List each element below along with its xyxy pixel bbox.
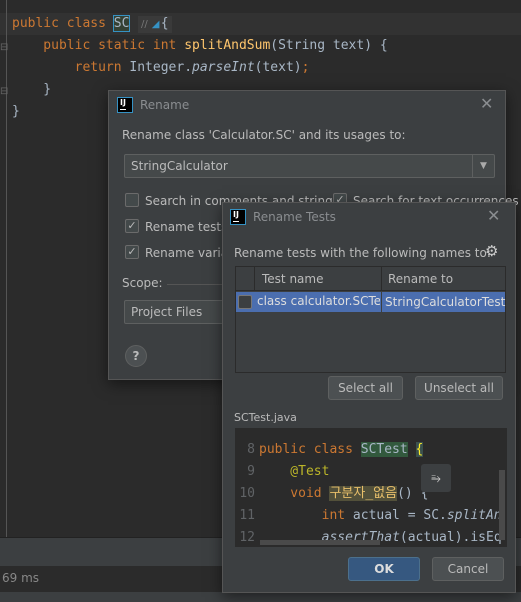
fold-icon[interactable]: ⊟	[0, 86, 8, 97]
gear-icon[interactable]: ⚙	[485, 242, 498, 260]
code-line: }	[12, 101, 20, 123]
rename-variables-checkbox[interactable]: ✓	[125, 245, 139, 259]
code-token: parseInt	[192, 60, 255, 75]
dialog-title: Rename Tests	[253, 210, 336, 224]
ok-button[interactable]: OK	[348, 557, 420, 581]
new-name-input[interactable]: StringCalculator ▼	[124, 154, 495, 178]
select-all-button[interactable]: Select all	[328, 376, 403, 400]
new-name-value: StringCalculator	[131, 159, 228, 173]
line-number: 8	[247, 442, 255, 457]
close-icon[interactable]: ✕	[487, 206, 500, 225]
column-test-name[interactable]: Test name	[262, 272, 323, 286]
scope-value: Project Files	[131, 305, 203, 319]
code-token: actual = SC.	[352, 508, 447, 523]
close-icon[interactable]: ✕	[480, 94, 493, 113]
table-row[interactable]: class calculator.SCTest StringCalculator…	[236, 292, 505, 312]
code-token: void	[259, 486, 330, 501]
code-token: (String text) {	[270, 38, 388, 53]
code-token: (actual).isEq	[399, 530, 502, 545]
unselect-all-button[interactable]: Unselect all	[415, 376, 503, 400]
row-checkbox[interactable]	[238, 295, 252, 309]
code-token: Integer.	[129, 60, 193, 75]
preview-line: 9 @Test	[235, 461, 329, 483]
preview-line: 10 void 구분자_없음() {	[235, 483, 428, 505]
tests-table: Test name Rename to class calculator.SCT…	[235, 266, 506, 373]
code-token: (text)	[254, 60, 302, 75]
code-preview: 8 public class SCTest {9 @Test 10 void 구분자…	[235, 428, 507, 547]
preview-file-name: SCTest.java	[234, 411, 297, 424]
code-token: @Test	[259, 464, 330, 479]
code-token: ;	[301, 60, 310, 75]
chevron-down-icon[interactable]: ▼	[472, 155, 494, 177]
line-number: 12	[239, 530, 255, 545]
code-line: public static int splitAndSum(String tex…	[12, 35, 388, 57]
line-number: 9	[247, 464, 255, 479]
code-token: public static int	[12, 38, 185, 53]
gutter-divider	[6, 0, 7, 540]
table-header: Test name Rename to	[236, 267, 505, 291]
code-token: public class	[12, 16, 114, 31]
intellij-logo-icon: IJ	[230, 209, 246, 225]
code-line: public class SC {	[12, 13, 169, 35]
search-comments-checkbox[interactable]	[125, 193, 139, 207]
code-token: }	[12, 82, 52, 97]
code-token: 구분자_없음	[329, 486, 398, 501]
intellij-logo-icon: IJ	[117, 97, 133, 113]
scope-label: Scope:	[122, 276, 163, 290]
help-button[interactable]: ?	[125, 345, 147, 367]
rename-tests-prompt: Rename tests with the following names to…	[234, 246, 491, 260]
soft-wrap-icon[interactable]: ⥱	[421, 464, 451, 492]
code-token: splitAn	[446, 508, 502, 523]
code-line: return Integer.parseInt(text);	[12, 57, 310, 79]
line-number: 10	[239, 486, 255, 501]
dialog-title: Rename	[140, 98, 190, 112]
code-token: SC	[112, 15, 131, 32]
preview-line: 11 int actual = SC.splitAn	[235, 505, 502, 527]
code-token: {	[129, 16, 169, 31]
code-line: }	[12, 79, 51, 101]
code-token: SCTest	[360, 442, 408, 457]
rename-to-cell[interactable]: StringCalculatorTest	[385, 295, 505, 309]
code-token: return	[12, 60, 130, 75]
rename-prompt: Rename class 'Calculator.SC' and its usa…	[122, 128, 406, 142]
code-token: }	[12, 104, 20, 119]
cancel-button[interactable]: Cancel	[432, 557, 504, 581]
code-token: int	[259, 508, 353, 523]
preview-line: 8 public class SCTest {	[235, 439, 424, 461]
run-time: 69 ms	[2, 571, 40, 585]
test-name-cell: class calculator.SCTest	[257, 294, 380, 308]
vertical-scrollbar[interactable]	[499, 470, 505, 540]
code-token: public class	[259, 442, 361, 457]
status-bar	[0, 592, 521, 602]
code-token: splitAndSum	[184, 38, 271, 53]
fold-icon[interactable]: ⊟	[0, 42, 8, 53]
horizontal-scrollbar[interactable]	[260, 540, 380, 545]
rename-tests-checkbox[interactable]: ✓	[125, 219, 139, 233]
rename-tests-label: Rename tests	[145, 220, 228, 234]
line-number: 11	[239, 508, 255, 523]
rename-tests-dialog: IJ Rename Tests ✕ Rename tests with the …	[222, 202, 516, 593]
column-rename-to[interactable]: Rename to	[388, 272, 453, 286]
code-token: {	[415, 442, 424, 457]
